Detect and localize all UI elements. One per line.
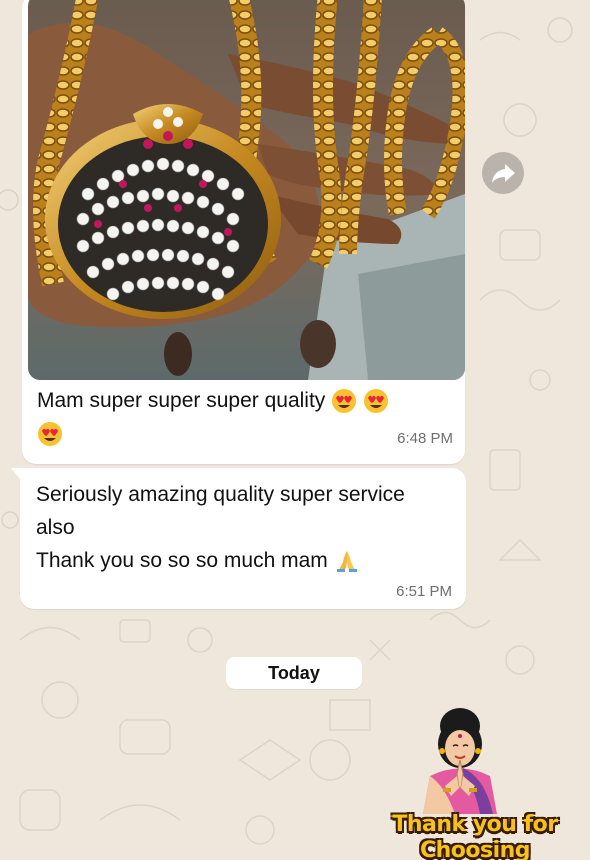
folded-hands-emoji-icon xyxy=(336,551,357,573)
message-timestamp: 6:48 PM xyxy=(397,430,453,447)
bubble-tail xyxy=(11,468,21,480)
heart-eyes-emoji-icon xyxy=(38,422,62,447)
message-line: also xyxy=(36,516,75,539)
sticker-text: Choosing xyxy=(419,838,531,860)
day-separator: Today xyxy=(226,657,362,689)
message-timestamp: 6:51 PM xyxy=(396,583,452,600)
heart-eyes-emoji-icon xyxy=(364,389,388,414)
incoming-message-photo[interactable]: Mam super super super quality 6:48 PM xyxy=(22,0,465,464)
heart-eyes-emoji-icon xyxy=(332,389,357,414)
message-caption: Mam super super super quality xyxy=(37,384,451,450)
forward-button[interactable] xyxy=(482,152,524,194)
message-line: Seriously amazing quality super service xyxy=(36,483,405,506)
incoming-message-text[interactable]: Seriously amazing quality super service … xyxy=(11,468,466,609)
message-text: Seriously amazing quality super service … xyxy=(36,478,452,577)
forward-arrow-icon xyxy=(492,164,515,183)
jewelry-photo[interactable] xyxy=(28,0,465,380)
thank-you-sticker[interactable]: Thank you for Choosing xyxy=(385,706,565,860)
message-line: Thank you so so so much mam xyxy=(36,549,328,572)
sticker-text: Thank you for xyxy=(392,812,558,837)
caption-text: Mam super super super quality xyxy=(37,389,326,412)
